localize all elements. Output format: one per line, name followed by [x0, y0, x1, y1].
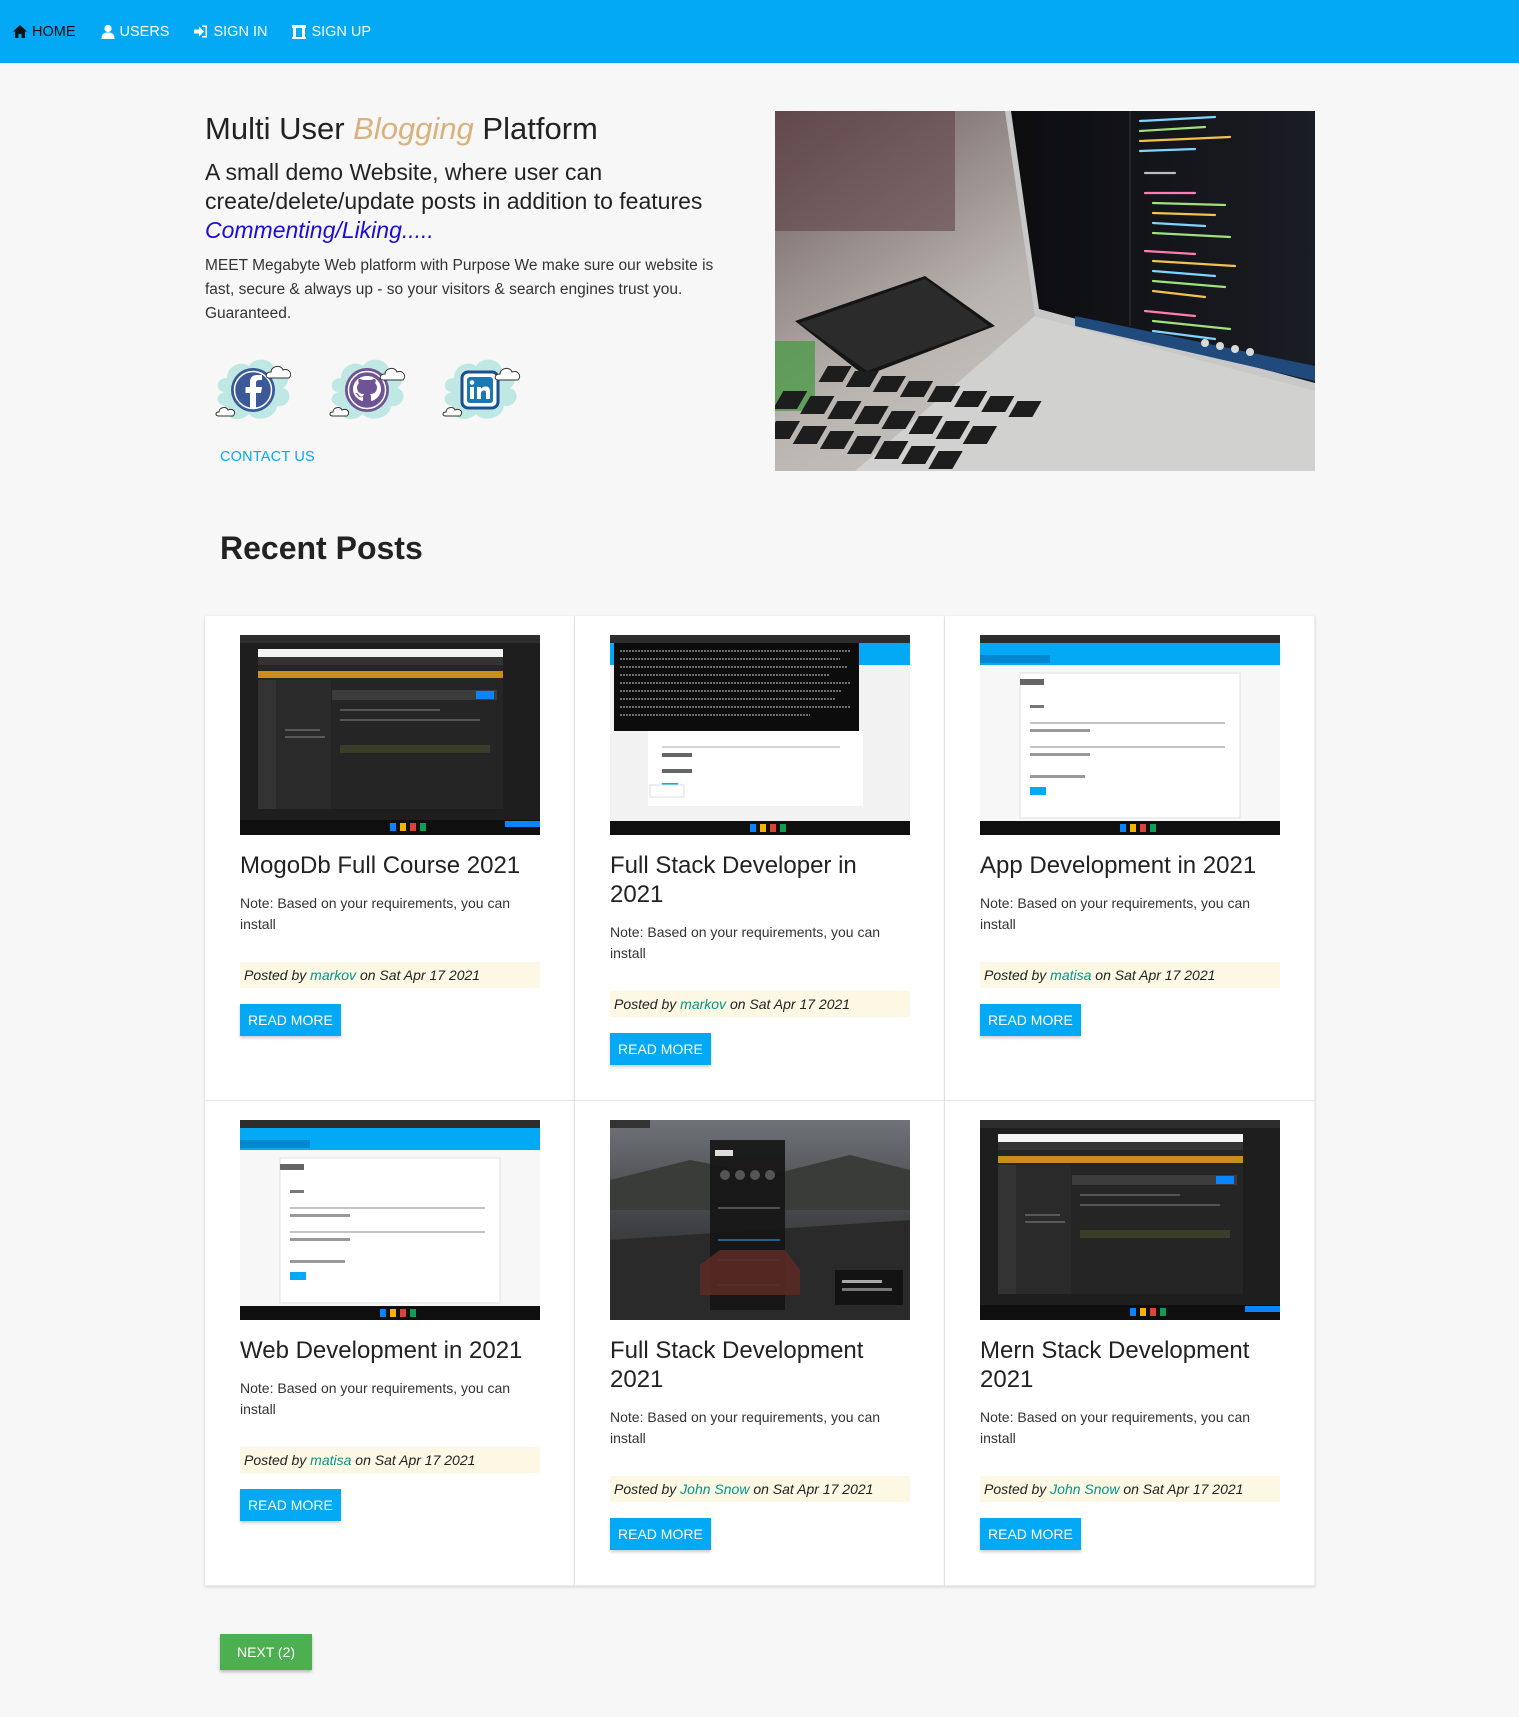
post-note: Note: Based on your requirements, you ca…: [240, 895, 511, 932]
post-author-link[interactable]: markov: [680, 996, 726, 1012]
post-date: on Sat Apr 17 2021: [753, 1481, 874, 1497]
home-icon: [13, 25, 27, 38]
post-meta: Posted by matisa on Sat Apr 17 2021: [980, 962, 1280, 988]
read-more-button[interactable]: READ MORE: [980, 1004, 1081, 1036]
nav-sign-in-label: SIGN IN: [213, 23, 268, 40]
post-card: MogoDb Full Course 2021 Note: Based on y…: [205, 616, 575, 1101]
nav-home-label: HOME: [32, 23, 76, 40]
posts-grid: MogoDb Full Course 2021 Note: Based on y…: [205, 616, 1315, 1586]
post-meta: Posted by matisa on Sat Apr 17 2021: [240, 1447, 540, 1473]
hero-title-pre: Multi User: [205, 111, 345, 146]
post-card: Full Stack Development 2021 Note: Based …: [575, 1101, 945, 1586]
post-meta: Posted by markov on Sat Apr 17 2021: [240, 962, 540, 988]
posted-by-label: Posted by: [244, 967, 307, 983]
hero-subtitle-accent: Commenting/Liking.....: [205, 217, 434, 243]
post-author-link[interactable]: matisa: [1050, 967, 1091, 983]
post-thumbnail-image: [610, 635, 910, 835]
post-note: Note: Based on your requirements, you ca…: [240, 1380, 511, 1417]
next-page-button[interactable]: NEXT (2): [220, 1634, 312, 1670]
linkedin-icon[interactable]: [438, 352, 528, 428]
nav-home[interactable]: HOME: [12, 24, 76, 40]
read-more-button[interactable]: READ MORE: [980, 1518, 1081, 1550]
read-more-button[interactable]: READ MORE: [610, 1518, 711, 1550]
contact-us-link[interactable]: CONTACT US: [220, 449, 315, 465]
posted-by-label: Posted by: [614, 1481, 677, 1497]
hero-title-accent: Blogging: [353, 111, 474, 146]
post-thumbnail-image: [980, 635, 1280, 835]
post-date: on Sat Apr 17 2021: [1123, 1481, 1244, 1497]
navbar: HOME USERS SIGN IN SIGN UP: [0, 0, 1519, 63]
hero-description: MEET Megabyte Web platform with Purpose …: [205, 257, 714, 322]
post-title[interactable]: MogoDb Full Course 2021: [240, 851, 540, 880]
github-icon[interactable]: [325, 352, 415, 428]
post-note: Note: Based on your requirements, you ca…: [610, 1409, 881, 1446]
post-title[interactable]: Full Stack Development 2021: [610, 1336, 910, 1394]
post-author-link[interactable]: John Snow: [680, 1481, 749, 1497]
hero-subtitle-text: A small demo Website, where user can cre…: [205, 159, 703, 214]
nav-users[interactable]: USERS: [100, 23, 170, 40]
post-date: on Sat Apr 17 2021: [355, 1452, 476, 1468]
hero-title-post: Platform: [482, 111, 598, 146]
university-icon: [292, 25, 307, 39]
facebook-icon[interactable]: [211, 352, 301, 428]
post-author-link[interactable]: matisa: [310, 1452, 351, 1468]
post-title[interactable]: App Development in 2021: [980, 851, 1280, 880]
nav-sign-up-label: SIGN UP: [311, 23, 372, 40]
read-more-button[interactable]: READ MORE: [240, 1004, 341, 1036]
recent-posts-heading: Recent Posts: [220, 530, 423, 566]
post-thumbnail-image: [610, 1120, 910, 1320]
post-date: on Sat Apr 17 2021: [729, 996, 851, 1012]
post-author-link[interactable]: markov: [310, 967, 356, 983]
post-title[interactable]: Full Stack Developer in 2021: [610, 851, 910, 909]
nav-sign-up[interactable]: SIGN UP: [291, 24, 371, 40]
post-author-link[interactable]: John Snow: [1050, 1481, 1119, 1497]
read-more-button[interactable]: READ MORE: [610, 1033, 711, 1065]
posted-by-label: Posted by: [984, 1481, 1047, 1497]
post-thumbnail-image: [240, 635, 540, 835]
posted-by-label: Posted by: [614, 996, 677, 1012]
hero-title: Multi User Blogging Platform: [205, 111, 598, 147]
read-more-button[interactable]: READ MORE: [240, 1489, 341, 1521]
hero-laptop-image: [775, 111, 1315, 471]
post-note: Note: Based on your requirements, you ca…: [980, 895, 1251, 932]
post-title[interactable]: Web Development in 2021: [240, 1336, 540, 1365]
post-meta: Posted by John Snow on Sat Apr 17 2021: [610, 1476, 910, 1502]
post-meta: Posted by markov on Sat Apr 17 2021: [610, 991, 910, 1017]
post-thumbnail-image: [240, 1120, 540, 1320]
post-note: Note: Based on your requirements, you ca…: [980, 1409, 1251, 1446]
post-card: Mern Stack Development 2021 Note: Based …: [945, 1101, 1315, 1586]
post-card: Full Stack Developer in 2021 Note: Based…: [575, 616, 945, 1101]
post-thumbnail-image: [980, 1120, 1280, 1320]
post-note: Note: Based on your requirements, you ca…: [610, 924, 881, 961]
post-meta: Posted by John Snow on Sat Apr 17 2021: [980, 1476, 1280, 1502]
sign-in-icon: [194, 25, 208, 38]
user-icon: [101, 24, 114, 39]
post-title[interactable]: Mern Stack Development 2021: [980, 1336, 1280, 1394]
posted-by-label: Posted by: [244, 1452, 307, 1468]
post-card: Web Development in 2021 Note: Based on y…: [205, 1101, 575, 1586]
post-date: on Sat Apr 17 2021: [359, 967, 481, 983]
hero-subtitle: A small demo Website, where user can cre…: [205, 158, 735, 245]
posted-by-label: Posted by: [984, 967, 1047, 983]
post-card: App Development in 2021 Note: Based on y…: [945, 616, 1315, 1101]
nav-sign-in[interactable]: SIGN IN: [193, 24, 267, 40]
nav-users-label: USERS: [119, 23, 170, 40]
post-date: on Sat Apr 17 2021: [1095, 967, 1216, 983]
